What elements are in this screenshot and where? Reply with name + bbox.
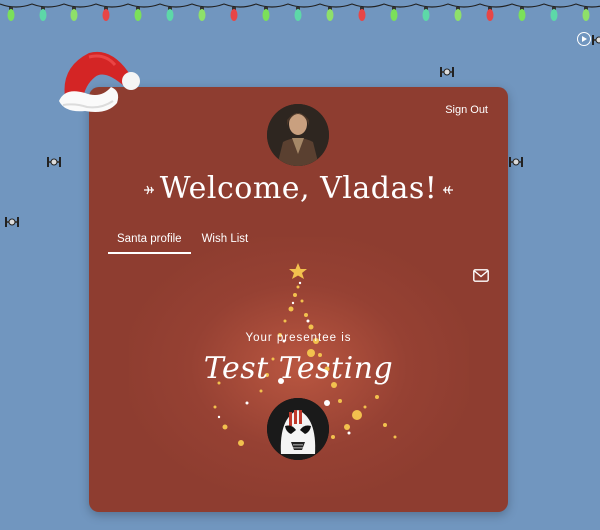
flourish-icon	[443, 185, 454, 195]
tie-fighter-icon	[592, 35, 600, 45]
tie-fighter-icon	[47, 157, 61, 167]
tie-fighter-icon	[440, 67, 454, 77]
welcome-title: Welcome, Vladas!	[89, 171, 508, 206]
santa-card: Sign Out Welcome, Vladas! Santa profile W…	[89, 87, 508, 512]
santa-hat-icon	[59, 51, 140, 112]
tab-wish-list[interactable]: Wish List	[193, 231, 258, 252]
presentee-label: Your presentee is	[245, 332, 352, 344]
presentee-name: Test Testing	[203, 351, 394, 386]
christmas-lights-icon	[0, 3, 600, 21]
user-avatar	[267, 104, 329, 166]
presentee-avatar	[267, 398, 329, 460]
tab-santa-profile[interactable]: Santa profile	[108, 231, 191, 254]
sign-out-link[interactable]: Sign Out	[445, 104, 488, 116]
mail-icon[interactable]	[473, 269, 489, 282]
tie-fighter-icon	[509, 157, 523, 167]
tab-bar: Santa profile Wish List	[108, 227, 259, 254]
play-icon[interactable]	[577, 32, 591, 46]
welcome-text: Welcome, Vladas!	[159, 171, 438, 206]
tie-fighter-icon	[5, 217, 19, 227]
flourish-icon	[143, 185, 154, 195]
